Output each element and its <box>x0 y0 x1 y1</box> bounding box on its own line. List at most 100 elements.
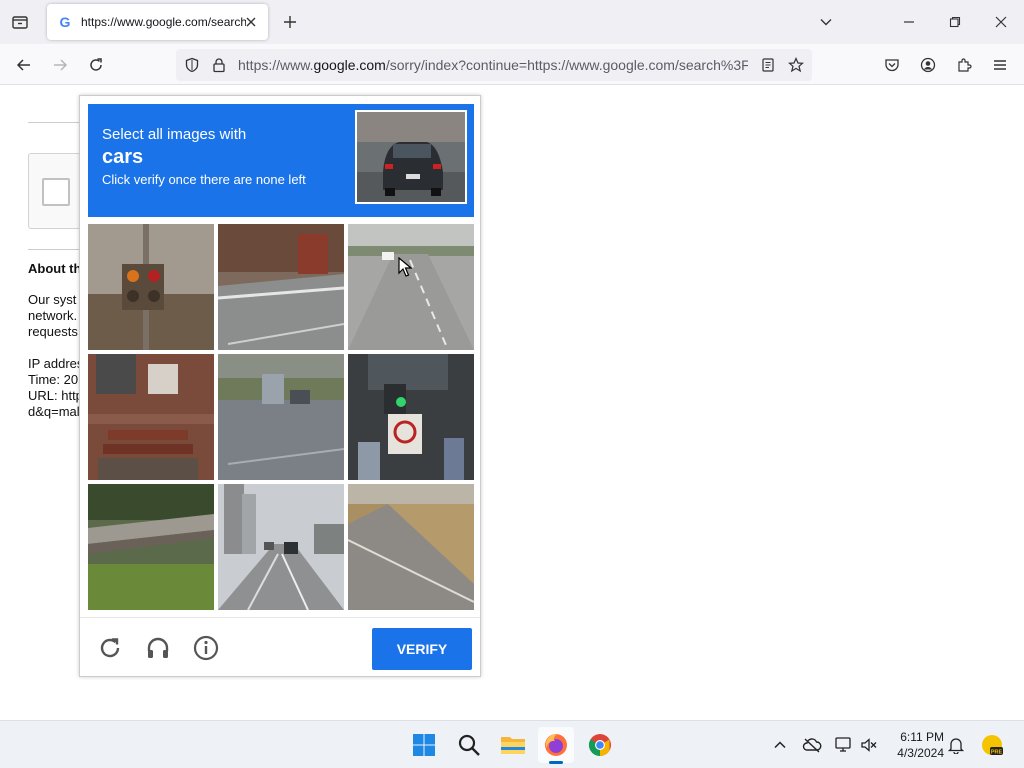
reload-icon <box>100 638 120 658</box>
mouse-cursor-icon <box>398 257 412 277</box>
image-tile[interactable] <box>218 484 344 610</box>
info-icon <box>193 635 219 661</box>
reader-view-icon <box>762 58 774 72</box>
google-g-icon: G <box>59 14 71 30</box>
site-security-icon[interactable] <box>209 55 229 75</box>
tab-strip: G https://www.google.com/search <box>0 0 1024 44</box>
lock-icon <box>213 58 225 73</box>
chevron-up-icon <box>774 741 786 749</box>
minimize-icon <box>904 21 914 23</box>
minimize-button[interactable] <box>895 8 923 36</box>
close-icon <box>995 16 1007 28</box>
navigation-toolbar: https://www.google.com/sorry/index?conti… <box>0 44 1024 85</box>
firefox-taskbar-button[interactable] <box>538 727 574 763</box>
hamburger-menu-icon <box>994 60 1006 70</box>
info-line: URL: http <box>28 388 83 403</box>
active-app-indicator <box>549 761 563 764</box>
reload-icon <box>90 58 102 71</box>
image-tile[interactable] <box>348 224 474 350</box>
address-bar[interactable]: https://www.google.com/sorry/index?conti… <box>176 49 812 81</box>
info-line: IP addres <box>28 356 84 371</box>
star-icon <box>788 57 804 73</box>
pocket-button[interactable] <box>878 51 906 79</box>
start-button[interactable] <box>406 727 442 763</box>
image-tile[interactable] <box>88 484 214 610</box>
notifications-button[interactable] <box>946 735 966 755</box>
onedrive-button[interactable] <box>802 735 822 755</box>
svg-text:PRE: PRE <box>991 750 1003 756</box>
tab-list-icon <box>12 16 28 29</box>
reload-challenge-button[interactable] <box>94 632 126 664</box>
volume-muted-icon <box>861 738 877 752</box>
show-hidden-icons-button[interactable] <box>770 735 790 755</box>
reader-view-button[interactable] <box>758 55 778 75</box>
windows-start-icon <box>413 734 435 756</box>
pocket-icon <box>885 59 899 72</box>
copilot-icon: PRE <box>982 735 1003 756</box>
target-object-label: cars <box>102 146 144 168</box>
image-tile[interactable] <box>218 224 344 350</box>
audio-challenge-button[interactable] <box>142 632 174 664</box>
bookmark-button[interactable] <box>786 55 806 75</box>
back-arrow-icon <box>16 59 30 71</box>
browser-tab[interactable]: G https://www.google.com/search <box>47 4 268 40</box>
list-all-tabs-button[interactable] <box>812 8 840 36</box>
account-button[interactable] <box>914 51 942 79</box>
network-icon <box>835 737 851 752</box>
app-menu-button[interactable] <box>986 51 1014 79</box>
forward-arrow-icon <box>54 59 68 71</box>
system-clock[interactable]: 6:11 PM 4/3/2024 <box>888 729 944 761</box>
close-tab-button[interactable] <box>242 13 260 31</box>
clock-time: 6:11 PM <box>900 730 944 744</box>
instruction-subtext: Click verify once there are none left <box>102 172 306 187</box>
headphones-icon <box>147 637 169 658</box>
info-line: d&q=mal <box>28 404 80 419</box>
file-explorer-icon <box>501 737 525 754</box>
restore-icon <box>949 16 961 28</box>
close-icon <box>246 17 256 27</box>
image-grid <box>88 224 474 610</box>
file-explorer-button[interactable] <box>495 727 531 763</box>
image-tile[interactable] <box>348 354 474 480</box>
tracking-protection-icon[interactable] <box>182 55 202 75</box>
image-tile[interactable] <box>88 224 214 350</box>
clock-date: 4/3/2024 <box>897 746 944 760</box>
chrome-taskbar-button[interactable] <box>582 727 618 763</box>
chevron-down-icon <box>820 19 832 26</box>
help-button[interactable] <box>190 632 222 664</box>
copilot-preview-button[interactable]: PRE <box>980 733 1004 757</box>
restore-button[interactable] <box>941 8 969 36</box>
tab-title: https://www.google.com/search <box>81 15 246 29</box>
network-button[interactable] <box>833 735 853 755</box>
recaptcha-challenge-dialog: Select all images with cars Click verify… <box>79 95 481 677</box>
paragraph-line: network. <box>28 308 78 323</box>
bell-icon <box>947 738 965 754</box>
search-icon <box>458 734 480 756</box>
volume-button[interactable] <box>859 735 879 755</box>
verify-button[interactable]: VERIFY <box>372 628 472 670</box>
image-tile[interactable] <box>348 484 474 610</box>
recaptcha-checkbox[interactable] <box>42 178 70 206</box>
new-tab-button[interactable] <box>278 9 302 35</box>
forward-button[interactable] <box>46 51 74 79</box>
shield-icon <box>185 57 199 73</box>
about-heading: About th <box>28 261 82 276</box>
plus-icon <box>284 16 296 28</box>
instruction-text: Select all images with <box>102 126 247 143</box>
tab-list-button[interactable] <box>6 8 34 36</box>
firefox-icon <box>545 734 567 756</box>
image-tile[interactable] <box>88 354 214 480</box>
reload-button[interactable] <box>82 51 110 79</box>
info-line: Time: 20 <box>28 372 79 387</box>
close-window-button[interactable] <box>987 8 1015 36</box>
puzzle-icon <box>958 58 972 72</box>
extensions-button[interactable] <box>950 51 978 79</box>
taskbar-search-button[interactable] <box>451 727 487 763</box>
challenge-footer: VERIFY <box>80 617 480 677</box>
account-icon <box>920 57 936 73</box>
taskbar: 6:11 PM 4/3/2024 PRE <box>0 720 1024 768</box>
chrome-icon <box>589 734 611 756</box>
image-tile[interactable] <box>218 354 344 480</box>
back-button[interactable] <box>10 51 38 79</box>
challenge-header: Select all images with cars Click verify… <box>88 104 474 217</box>
